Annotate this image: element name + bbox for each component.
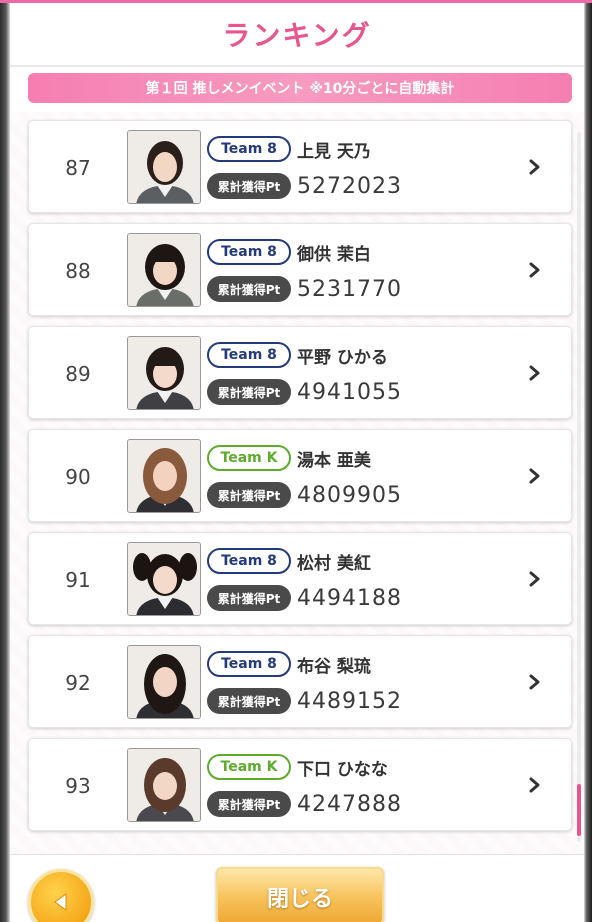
rank-number: 93 [65,773,91,798]
team-badge: Team 8 [207,651,291,677]
points-value: 4809905 [297,482,402,508]
triangle-left-icon [54,893,67,911]
chevron-right-icon[interactable] [523,464,547,488]
rank-number: 90 [65,464,91,489]
chevron-right-icon[interactable] [523,670,547,694]
team-badge: Team K [207,754,291,780]
points-value: 4941055 [297,379,402,405]
scrollbar[interactable] [577,132,581,842]
points-label-badge: 累計獲得Pt [207,791,291,817]
ranking-row[interactable]: 91 Team 8 松村 美紅 累計獲得Pt 4494188 [28,532,572,625]
points-value: 4247888 [297,791,402,817]
ranking-row[interactable]: 87 Team 8 上見 天乃 累計獲得Pt 5272023 [28,120,572,213]
points-label-badge: 累計獲得Pt [207,379,291,405]
member-name: 上見 天乃 [297,141,371,162]
member-photo [127,439,201,513]
header: ランキング [10,3,584,67]
member-photo [127,233,201,307]
points-label-badge: 累計獲得Pt [207,276,291,302]
page-title: ランキング [222,19,372,52]
member-name: 平野 ひかる [297,347,388,368]
footer: 閉じる [10,854,584,922]
member-name: 布谷 梨琉 [297,656,371,677]
ranking-row[interactable]: 89 Team 8 平野 ひかる 累計獲得Pt 4941055 [28,326,572,419]
member-name: 湯本 亜美 [297,450,371,471]
back-button[interactable] [28,869,94,922]
points-label-badge: 累計獲得Pt [207,688,291,714]
close-button[interactable]: 閉じる [216,867,384,922]
points-value: 5231770 [297,276,402,302]
ranking-row[interactable]: 92 Team 8 布谷 梨琉 累計獲得Pt 4489152 [28,635,572,728]
chevron-right-icon[interactable] [523,567,547,591]
member-photo [127,542,201,616]
team-badge: Team 8 [207,342,291,368]
chevron-right-icon[interactable] [523,155,547,179]
ranking-row[interactable]: 88 Team 8 御供 茉白 累計獲得Pt 5231770 [28,223,572,316]
ranking-list[interactable]: 87 Team 8 上見 天乃 累計獲得Pt 5272023 88 Team 8… [10,112,584,854]
chevron-right-icon[interactable] [523,258,547,282]
team-badge: Team K [207,445,291,471]
member-photo [127,645,201,719]
points-label-badge: 累計獲得Pt [207,482,291,508]
team-badge: Team 8 [207,548,291,574]
points-value: 4494188 [297,585,402,611]
ranking-row[interactable]: 90 Team K 湯本 亜美 累計獲得Pt 4809905 [28,429,572,522]
scrollbar-thumb[interactable] [577,784,581,836]
chevron-right-icon[interactable] [523,361,547,385]
member-name: 下口 ひなな [297,759,388,780]
chevron-right-icon[interactable] [523,773,547,797]
rank-number: 88 [65,258,91,283]
team-badge: Team 8 [207,239,291,265]
event-banner: 第１回 推しメンイベント ※10分ごとに自動集計 [28,73,572,103]
rank-number: 92 [65,670,91,695]
member-photo [127,748,201,822]
rank-number: 91 [65,567,91,592]
points-value: 4489152 [297,688,402,714]
points-label-badge: 累計獲得Pt [207,173,291,199]
team-badge: Team 8 [207,136,291,162]
points-value: 5272023 [297,173,402,199]
left-edge-shadow [0,0,10,922]
member-name: 松村 美紅 [297,553,371,574]
ranking-row[interactable]: 93 Team K 下口 ひなな 累計獲得Pt 4247888 [28,738,572,831]
points-label-badge: 累計獲得Pt [207,585,291,611]
member-photo [127,336,201,410]
member-name: 御供 茉白 [297,244,371,265]
rank-number: 87 [65,155,91,180]
right-edge-shadow [584,0,592,922]
rank-number: 89 [65,361,91,386]
member-photo [127,130,201,204]
